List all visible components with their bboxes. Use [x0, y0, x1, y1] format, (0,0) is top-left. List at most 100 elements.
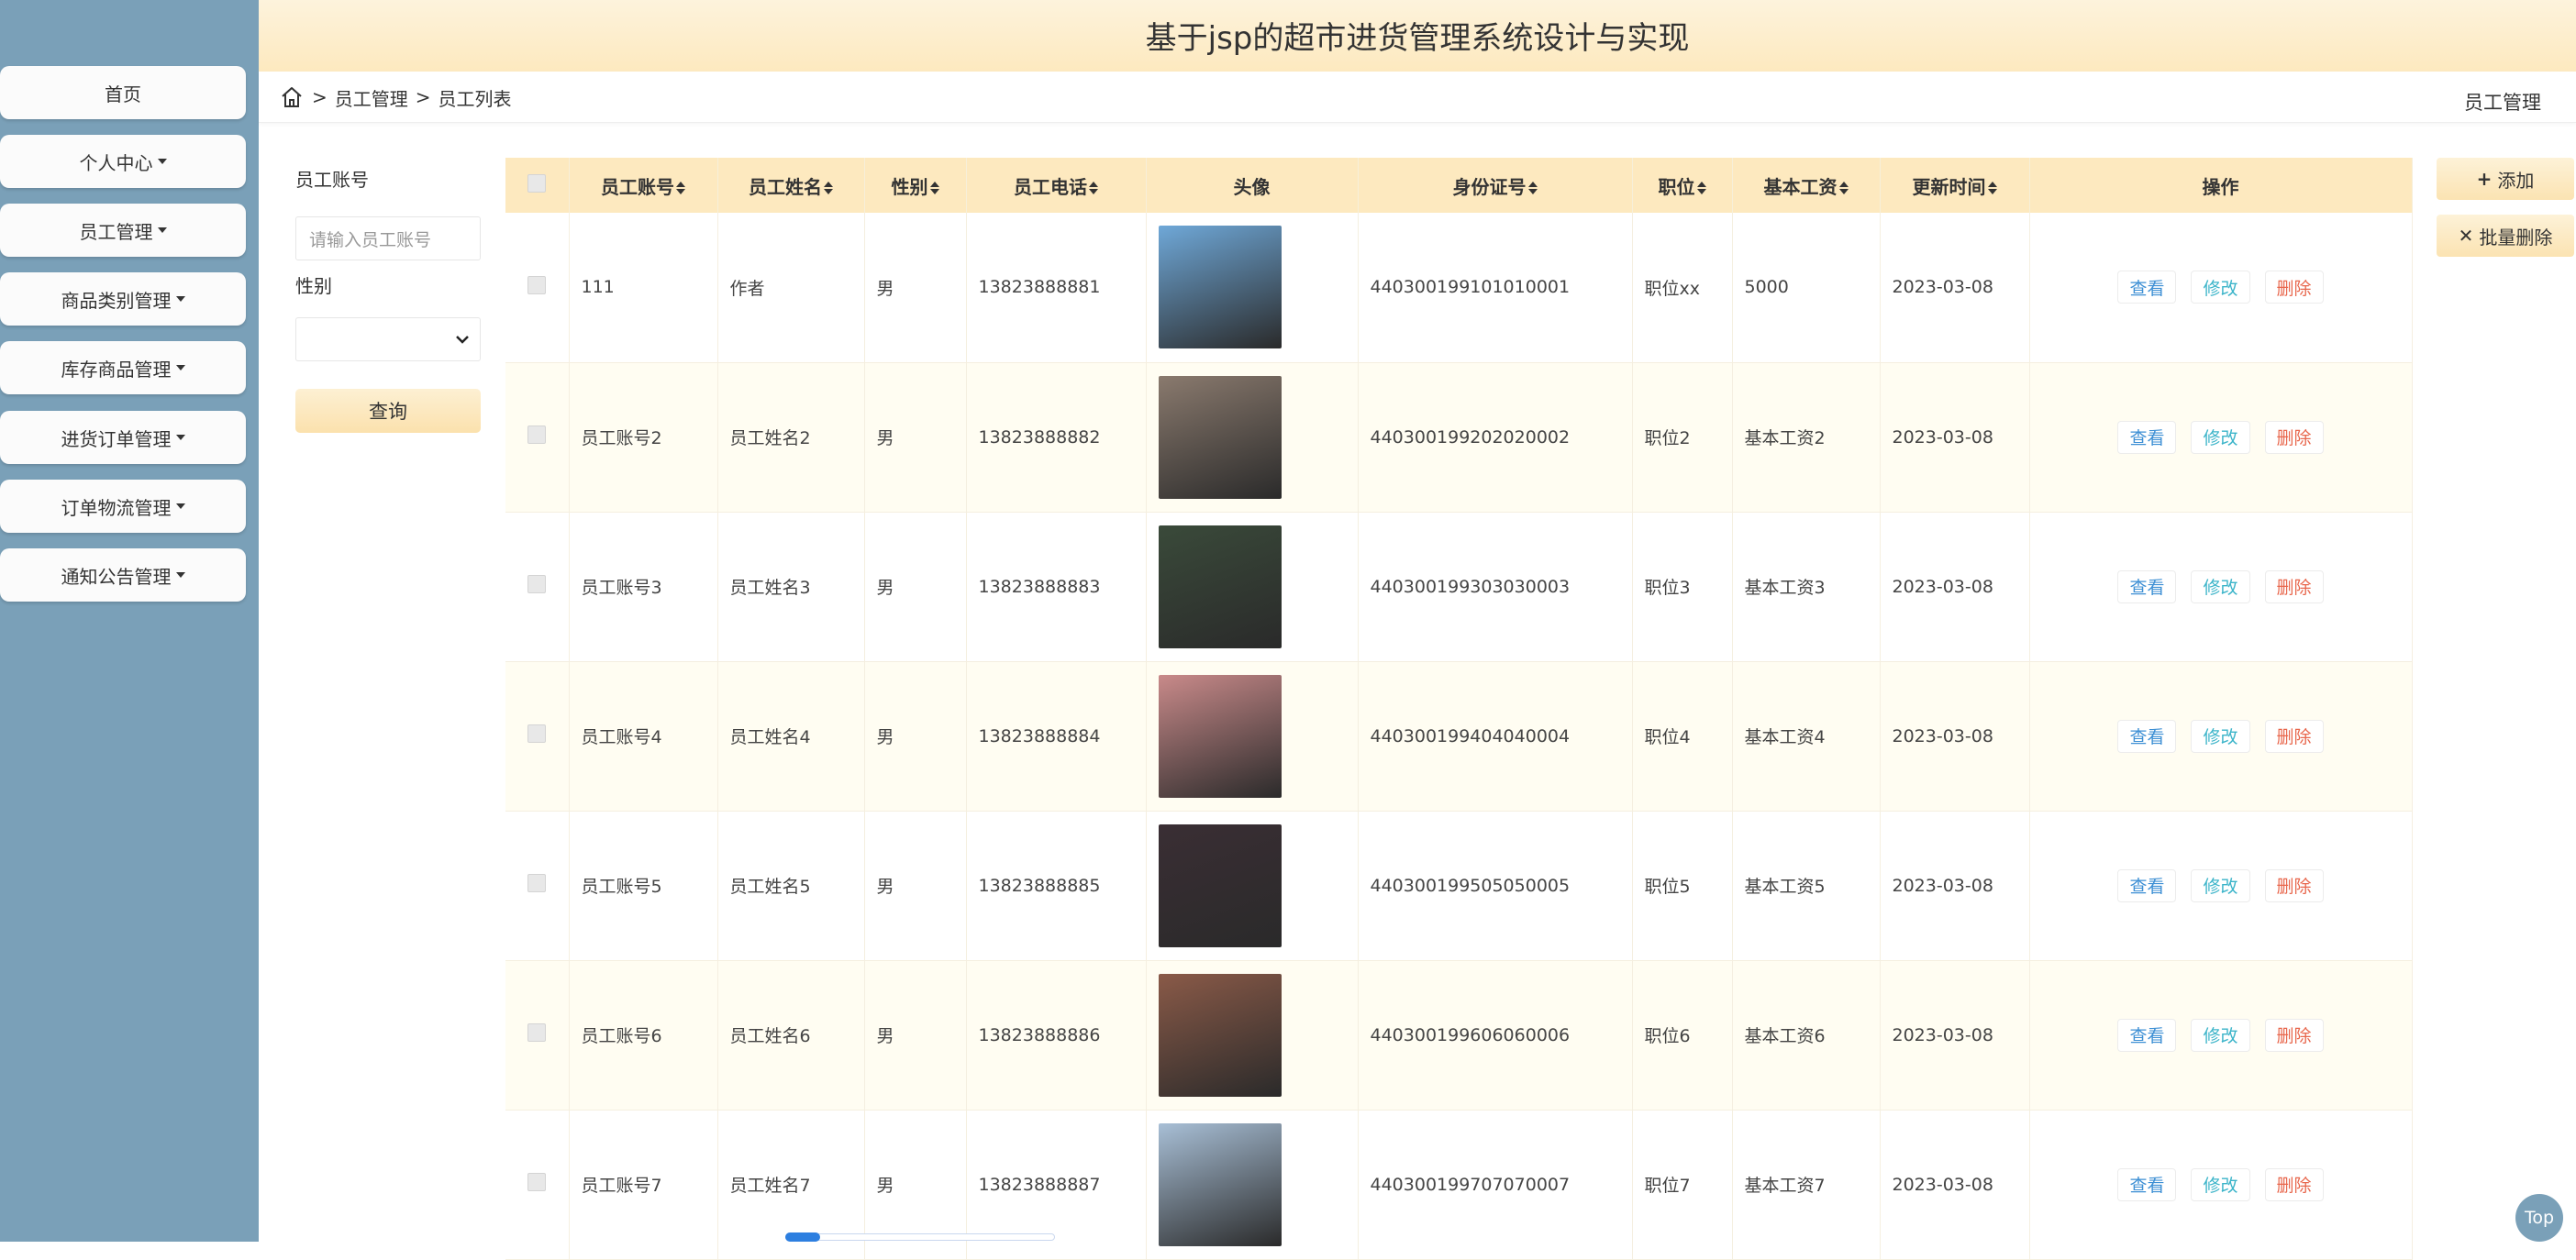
cell-account: 员工账号2	[569, 362, 718, 512]
view-button[interactable]: 查看	[2117, 1167, 2177, 1201]
cell-avatar	[1146, 1110, 1359, 1259]
sort-icon	[1089, 182, 1098, 194]
table-row: 111 作者男 13823888881 440300199101010001 职位xx 5…	[505, 213, 2413, 362]
view-button[interactable]: 查看	[2117, 1018, 2177, 1052]
avatar[interactable]	[1158, 1122, 1282, 1246]
edit-button[interactable]: 修改	[2191, 1167, 2250, 1201]
search-panel: 员工账号 请输入员工账号 性别 查询	[295, 165, 481, 433]
delete-button[interactable]: 删除	[2264, 420, 2324, 454]
edit-button[interactable]: 修改	[2191, 1018, 2250, 1052]
delete-button[interactable]: 删除	[2264, 271, 2324, 304]
select-all-checkbox[interactable]	[527, 173, 547, 193]
home-icon[interactable]	[279, 84, 305, 110]
avatar[interactable]	[1158, 375, 1282, 499]
delete-button[interactable]: 删除	[2264, 1167, 2324, 1201]
sidebar-item[interactable]: 个人中心	[0, 135, 246, 188]
row-checkbox[interactable]	[527, 1173, 547, 1191]
col-header-gender[interactable]: 性别	[864, 158, 967, 213]
table-row: 员工账号5 员工姓名5 男 13823888885 440300199505050005…	[505, 811, 2413, 960]
col-header-position[interactable]: 职位	[1632, 158, 1733, 213]
cell-name: 员工姓名5	[717, 811, 865, 960]
cell-gender: 男	[864, 213, 967, 362]
edit-button[interactable]: 修改	[2191, 719, 2250, 753]
scrollbar-handle[interactable]	[785, 1232, 820, 1242]
cell-position: 职位2	[1632, 362, 1733, 512]
row-select-cell	[505, 1110, 570, 1259]
sidebar-item[interactable]: 库存商品管理	[0, 341, 246, 394]
col-header-name[interactable]: 员工姓名	[717, 158, 865, 213]
sort-icon	[1838, 182, 1849, 194]
cell-name: 员工姓名3	[717, 512, 865, 661]
delete-button[interactable]: 删除	[2264, 719, 2324, 753]
avatar[interactable]	[1158, 525, 1282, 648]
caret-down-icon	[175, 572, 185, 578]
sidebar-item[interactable]: 员工管理	[0, 204, 246, 257]
top-header: 基于jsp的超市进货管理系统设计与实现	[259, 0, 2576, 72]
delete-button[interactable]: 删除	[2264, 1018, 2324, 1052]
cell-id-number: 440300199202020002	[1358, 362, 1633, 512]
row-checkbox[interactable]	[527, 426, 547, 444]
view-button[interactable]: 查看	[2117, 719, 2177, 753]
avatar[interactable]	[1158, 674, 1282, 798]
cell-position: 职位4	[1632, 661, 1733, 811]
cell-updated: 2023-03-08	[1880, 213, 2030, 362]
table-header-row: 员工账号 员工姓名 性别 员工电话 头像 身份证号 职位 基本工资 更新时间 操…	[505, 158, 2413, 213]
cell-name: 员工姓名4	[717, 661, 865, 811]
cell-id-number: 440300199707070007	[1358, 1110, 1633, 1259]
breadcrumb-item[interactable]: 员工管理	[335, 84, 408, 111]
query-button[interactable]: 查询	[295, 389, 481, 433]
gender-select[interactable]	[295, 317, 481, 361]
batch-delete-button[interactable]: ✕ 批量删除	[2437, 215, 2574, 257]
row-select-cell	[505, 960, 570, 1110]
avatar[interactable]	[1158, 973, 1282, 1097]
row-checkbox[interactable]	[527, 874, 547, 892]
view-button[interactable]: 查看	[2117, 420, 2177, 454]
view-button[interactable]: 查看	[2117, 868, 2177, 902]
row-checkbox[interactable]	[527, 1023, 547, 1042]
edit-button[interactable]: 修改	[2191, 271, 2250, 304]
edit-button[interactable]: 修改	[2191, 420, 2250, 454]
sort-icon	[676, 182, 685, 194]
row-select-cell	[505, 661, 570, 811]
delete-button[interactable]: 删除	[2264, 868, 2324, 902]
account-search-input[interactable]: 请输入员工账号	[295, 216, 481, 260]
gender-label: 性别	[295, 275, 332, 297]
chevron-down-icon	[456, 336, 469, 344]
back-to-top-button[interactable]: Top	[2515, 1194, 2563, 1242]
cell-phone: 13823888882	[966, 362, 1147, 512]
sidebar-item[interactable]: 首页	[0, 66, 246, 119]
cell-id-number: 440300199303030003	[1358, 512, 1633, 661]
col-header-account[interactable]: 员工账号	[569, 158, 718, 213]
col-header-salary[interactable]: 基本工资	[1732, 158, 1881, 213]
delete-button[interactable]: 删除	[2264, 569, 2324, 603]
avatar[interactable]	[1158, 226, 1282, 349]
view-button[interactable]: 查看	[2117, 569, 2177, 603]
sidebar-item[interactable]: 商品类别管理	[0, 272, 246, 326]
cell-avatar	[1146, 362, 1359, 512]
sidebar-item[interactable]: 进货订单管理	[0, 411, 246, 464]
table-row: 员工账号3 员工姓名3 男 13823888883 440300199303030003…	[505, 512, 2413, 661]
sort-icon	[824, 182, 833, 194]
sidebar-item[interactable]: 订单物流管理	[0, 480, 246, 533]
col-header-phone[interactable]: 员工电话	[966, 158, 1147, 213]
employee-table: 员工账号 员工姓名 性别 员工电话 头像 身份证号 职位 基本工资 更新时间 操…	[505, 158, 2413, 1260]
avatar[interactable]	[1158, 823, 1282, 947]
sidebar-item-label: 首页	[105, 83, 141, 105]
row-select-cell	[505, 512, 570, 661]
cell-actions: 查看 修改 删除	[2029, 811, 2413, 960]
edit-button[interactable]: 修改	[2191, 569, 2250, 603]
horizontal-scrollbar[interactable]	[785, 1233, 1055, 1241]
cell-salary: 基本工资4	[1732, 661, 1881, 811]
close-icon: ✕	[2458, 225, 2474, 247]
edit-button[interactable]: 修改	[2191, 868, 2250, 902]
sidebar-item[interactable]: 通知公告管理	[0, 548, 246, 602]
col-header-updated[interactable]: 更新时间	[1880, 158, 2030, 213]
sidebar-item-label: 商品类别管理	[61, 289, 172, 312]
col-header-id-number[interactable]: 身份证号	[1358, 158, 1633, 213]
row-checkbox[interactable]	[527, 575, 547, 593]
add-button[interactable]: + 添加	[2437, 158, 2574, 200]
view-button[interactable]: 查看	[2117, 271, 2177, 304]
row-checkbox[interactable]	[527, 724, 547, 743]
select-all-cell	[505, 158, 570, 213]
row-checkbox[interactable]	[527, 275, 547, 294]
